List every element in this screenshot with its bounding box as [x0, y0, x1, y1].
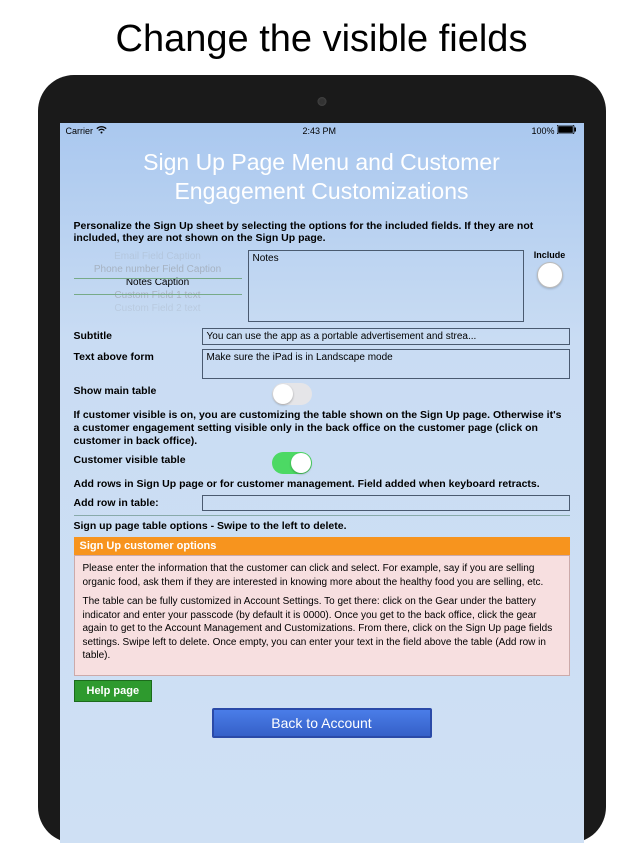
add-row-label: Add row in table: [74, 495, 194, 509]
text-above-input[interactable]: Make sure the iPad is in Landscape mode [202, 349, 570, 379]
help-page-button[interactable]: Help page [74, 680, 153, 702]
customer-visible-label: Customer visible table [74, 452, 224, 466]
customer-visible-toggle[interactable] [272, 452, 312, 474]
battery-label: 100% [531, 126, 554, 136]
wifi-icon [96, 126, 107, 136]
show-main-toggle[interactable] [272, 383, 312, 405]
picker-option[interactable]: Notes Caption [74, 276, 242, 289]
back-to-account-button[interactable]: Back to Account [212, 708, 432, 738]
ipad-frame: Carrier 2:43 PM 100% Sign Up Page Menu a… [38, 75, 606, 843]
picker-option[interactable]: Email Field Caption [74, 250, 242, 263]
page-title: Sign Up Page Menu and Customer Engagemen… [60, 138, 584, 220]
screen: Carrier 2:43 PM 100% Sign Up Page Menu a… [60, 123, 584, 843]
text-above-label: Text above form [74, 349, 194, 363]
divider [74, 515, 570, 516]
include-label: Include [530, 250, 570, 260]
battery-icon [557, 125, 577, 136]
marketing-title: Change the visible fields [0, 0, 643, 75]
customer-visible-desc: If customer visible is on, you are custo… [74, 409, 570, 448]
options-p1: Please enter the information that the cu… [83, 562, 561, 589]
add-rows-desc: Add rows in Sign Up page or for customer… [74, 478, 570, 491]
picker-option[interactable]: Custom Field 1 text [74, 289, 242, 302]
include-toggle[interactable] [537, 262, 563, 288]
subtitle-input[interactable]: You can use the app as a portable advert… [202, 328, 570, 345]
status-time: 2:43 PM [302, 126, 336, 136]
caption-picker[interactable]: Email Field Caption Phone number Field C… [74, 250, 242, 322]
picker-option[interactable]: Phone number Field Caption [74, 263, 242, 276]
options-box: Please enter the information that the cu… [74, 555, 570, 676]
subtitle-label: Subtitle [74, 328, 194, 342]
picker-option[interactable]: Custom Field 2 text [74, 302, 242, 315]
options-header: Sign Up customer options [74, 537, 570, 555]
add-row-input[interactable] [202, 495, 570, 511]
notes-input[interactable]: Notes [248, 250, 524, 322]
status-bar: Carrier 2:43 PM 100% [60, 123, 584, 138]
swipe-hint: Sign up page table options - Swipe to th… [74, 520, 570, 533]
show-main-label: Show main table [74, 383, 194, 397]
intro-text: Personalize the Sign Up sheet by selecti… [74, 220, 570, 244]
options-p2: The table can be fully customized in Acc… [83, 595, 561, 663]
carrier-label: Carrier [66, 126, 94, 136]
camera-icon [317, 97, 326, 106]
